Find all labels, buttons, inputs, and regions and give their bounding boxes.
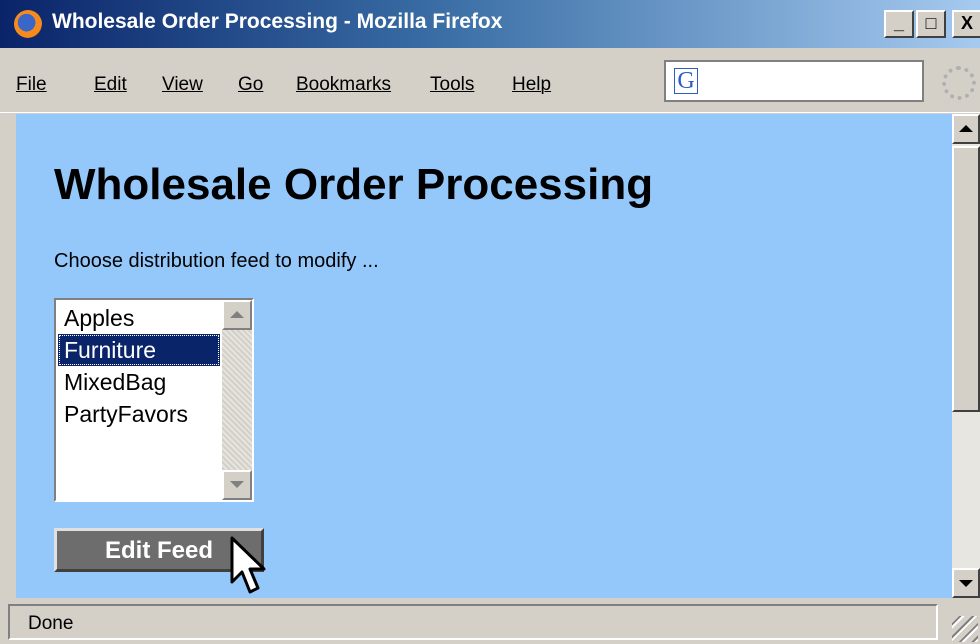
- page-content: Wholesale Order Processing Choose distri…: [16, 114, 952, 598]
- page-title: Wholesale Order Processing: [54, 160, 654, 209]
- page-scrollbar[interactable]: [952, 114, 980, 598]
- menu-help[interactable]: Help: [512, 74, 551, 96]
- search-input[interactable]: G: [664, 60, 924, 102]
- close-button[interactable]: X: [952, 10, 980, 38]
- firefox-icon: [14, 10, 42, 38]
- feed-prompt: Choose distribution feed to modify ...: [54, 250, 379, 272]
- title-bar[interactable]: Wholesale Order Processing - Mozilla Fir…: [0, 0, 980, 48]
- resize-grip-icon[interactable]: [952, 616, 978, 642]
- menu-edit[interactable]: Edit: [94, 74, 127, 96]
- status-panel: Done: [8, 604, 938, 640]
- listbox-scroll-down-button[interactable]: [222, 470, 252, 500]
- menu-file[interactable]: File: [16, 74, 47, 96]
- feed-listbox[interactable]: Apples Furniture MixedBag PartyFavors: [54, 298, 254, 502]
- scroll-up-button[interactable]: [952, 114, 980, 144]
- menu-tools[interactable]: Tools: [430, 74, 474, 96]
- window-title: Wholesale Order Processing - Mozilla Fir…: [52, 10, 503, 33]
- google-icon[interactable]: G: [674, 68, 698, 94]
- throbber-icon: [942, 66, 976, 100]
- minimize-button[interactable]: _: [884, 10, 914, 38]
- list-item-partyfavors[interactable]: PartyFavors: [58, 398, 220, 430]
- scroll-thumb[interactable]: [952, 146, 980, 412]
- browser-window: Wholesale Order Processing - Mozilla Fir…: [0, 0, 980, 644]
- listbox-scrollbar[interactable]: [222, 300, 252, 500]
- menu-view[interactable]: View: [162, 74, 203, 96]
- list-item-mixedbag[interactable]: MixedBag: [58, 366, 220, 398]
- menu-go[interactable]: Go: [238, 74, 263, 96]
- list-item-apples[interactable]: Apples: [58, 302, 220, 334]
- scroll-down-button[interactable]: [952, 568, 980, 598]
- listbox-scroll-up-button[interactable]: [222, 300, 252, 330]
- status-text: Done: [28, 613, 74, 634]
- maximize-button[interactable]: □: [916, 10, 946, 38]
- mouse-pointer-icon: [230, 536, 266, 594]
- list-item-furniture[interactable]: Furniture: [58, 334, 220, 366]
- status-bar: Done: [0, 600, 980, 644]
- menu-bookmarks[interactable]: Bookmarks: [296, 74, 391, 96]
